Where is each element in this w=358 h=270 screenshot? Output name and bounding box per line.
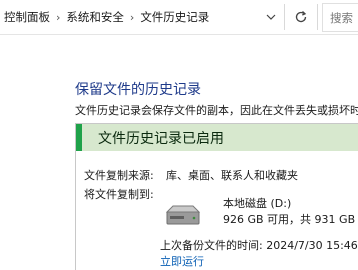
drive-name: 本地磁盘 (D:) xyxy=(223,197,292,210)
breadcrumb-system-security[interactable]: 系统和安全 xyxy=(66,9,124,25)
divider xyxy=(284,4,285,30)
status-header: 文件历史记录已启用 xyxy=(76,124,358,151)
search-box[interactable] xyxy=(322,3,358,32)
chevron-down-icon xyxy=(266,14,276,20)
last-backup-time: 上次备份文件的时间: 2024/7/30 15:46。 xyxy=(160,239,358,252)
drive-icon xyxy=(166,205,200,225)
copy-to-label: 将文件复制到: xyxy=(84,188,154,201)
status-title: 文件历史记录已启用 xyxy=(98,130,224,147)
search-input[interactable] xyxy=(323,4,358,31)
refresh-icon xyxy=(295,11,307,23)
copy-from-value: 库、桌面、联系人和收藏夹 xyxy=(166,169,298,182)
status-panel: 文件历史记录已启用 文件复制来源: 库、桌面、联系人和收藏夹 将文件复制到: 本… xyxy=(75,123,358,270)
status-accent-bar xyxy=(76,124,82,151)
chevron-right-icon[interactable]: › xyxy=(56,11,60,24)
copy-from-label: 文件复制来源: xyxy=(84,169,154,182)
breadcrumb: 控制面板 › 系统和安全 › 文件历史记录 xyxy=(0,0,209,34)
breadcrumb-control-panel[interactable]: 控制面板 xyxy=(4,9,50,25)
address-bar[interactable]: 控制面板 › 系统和安全 › 文件历史记录 xyxy=(0,0,358,35)
refresh-button[interactable] xyxy=(293,9,309,25)
address-dropdown-button[interactable] xyxy=(265,10,277,24)
breadcrumb-file-history[interactable]: 文件历史记录 xyxy=(140,9,209,25)
page-description: 文件历史记录会保存文件的副本，因此在文件丢失或损坏时， xyxy=(75,104,358,117)
run-now-link[interactable]: 立即运行 xyxy=(160,253,204,269)
chevron-right-icon[interactable]: › xyxy=(130,11,134,24)
drive-space: 926 GB 可用，共 931 GB xyxy=(223,213,356,226)
page-title: 保留文件的历史记录 xyxy=(75,82,201,98)
divider xyxy=(317,4,318,30)
